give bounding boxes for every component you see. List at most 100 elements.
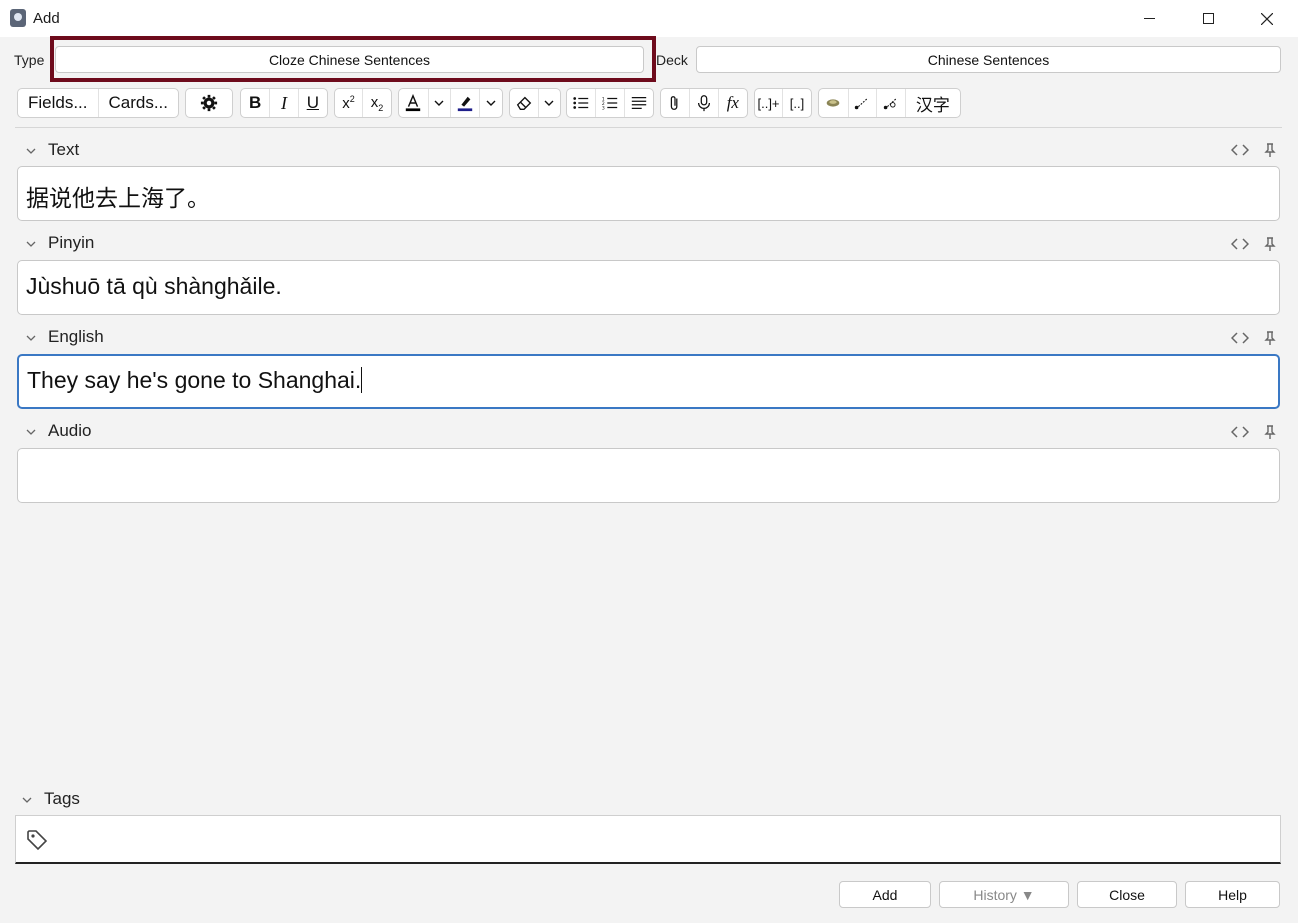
- field-icons-text: [1231, 143, 1279, 157]
- help-button[interactable]: Help: [1185, 881, 1280, 908]
- field-label-text[interactable]: Text: [26, 140, 79, 160]
- field-label-english-name: English: [48, 327, 104, 346]
- text-color-dropdown[interactable]: [429, 89, 451, 117]
- html-editor-icon[interactable]: [1231, 143, 1249, 157]
- italic-icon: I: [281, 92, 287, 113]
- media-group: fx: [660, 88, 748, 118]
- field-label-audio[interactable]: Audio: [26, 421, 91, 441]
- field-input-text[interactable]: 据说他去上海了。: [17, 166, 1280, 221]
- field-input-audio[interactable]: [17, 448, 1280, 503]
- window-title: Add: [33, 10, 60, 27]
- maximize-button[interactable]: [1179, 0, 1237, 37]
- note-type-selector[interactable]: Cloze Chinese Sentences: [55, 46, 644, 73]
- text-color-icon: [406, 94, 421, 112]
- math-button[interactable]: fx: [719, 89, 747, 117]
- deck-label: Deck: [656, 52, 688, 68]
- speaker-icon: [826, 99, 840, 107]
- bold-button[interactable]: B: [241, 89, 271, 117]
- function-icon: fx: [726, 93, 739, 112]
- options-group: [185, 88, 233, 118]
- deck-selector[interactable]: Chinese Sentences: [696, 46, 1281, 73]
- field-input-english[interactable]: They say he's gone to Shanghai.: [17, 354, 1280, 409]
- clear-format-button[interactable]: [510, 89, 539, 117]
- tone-icon: [855, 98, 869, 110]
- italic-button[interactable]: I: [270, 89, 299, 117]
- field-icons-audio: [1231, 425, 1279, 439]
- svg-text:3: 3: [602, 105, 605, 111]
- superscript-button[interactable]: x2: [335, 89, 364, 117]
- underline-icon: U: [306, 93, 319, 112]
- pin-icon[interactable]: [1261, 237, 1279, 251]
- tone-alt-button[interactable]: [877, 89, 906, 117]
- type-label: Type: [14, 52, 45, 68]
- html-editor-icon[interactable]: [1231, 331, 1249, 345]
- subscript-icon: x2: [370, 93, 384, 113]
- bullet-list-button[interactable]: [567, 89, 597, 117]
- record-button[interactable]: [690, 89, 719, 117]
- cards-button[interactable]: Cards...: [99, 89, 179, 117]
- minimize-icon: [1143, 18, 1155, 19]
- align-button[interactable]: [625, 89, 653, 117]
- field-input-english-text: They say he's gone to Shanghai.: [27, 367, 362, 393]
- chinese-group: 汉字: [818, 88, 961, 118]
- chevron-down-icon: [22, 789, 32, 809]
- bold-icon: B: [249, 93, 262, 112]
- html-editor-icon[interactable]: [1231, 237, 1249, 251]
- list-group: 123: [566, 88, 654, 118]
- highlight-button[interactable]: [451, 89, 481, 117]
- cloze-new-button[interactable]: [..]+: [755, 89, 784, 117]
- html-editor-icon[interactable]: [1231, 425, 1249, 439]
- chevron-down-icon: [26, 233, 36, 253]
- history-button[interactable]: History ▼: [939, 881, 1069, 908]
- cloze-new-icon: [..]+: [757, 95, 780, 111]
- underline-button[interactable]: U: [299, 89, 327, 117]
- options-button[interactable]: [186, 89, 232, 117]
- close-icon: [1261, 12, 1273, 25]
- pin-icon[interactable]: [1261, 143, 1279, 157]
- tags-input[interactable]: [15, 815, 1281, 864]
- subscript-button[interactable]: x2: [363, 89, 391, 117]
- eraser-group: [509, 88, 561, 118]
- script-group: x2 x2: [334, 88, 392, 118]
- close-button[interactable]: Close: [1077, 881, 1177, 908]
- text-caret: [361, 367, 363, 393]
- field-label-english[interactable]: English: [26, 327, 104, 347]
- field-icons-pinyin: [1231, 237, 1279, 251]
- pin-icon[interactable]: [1261, 331, 1279, 345]
- pin-icon[interactable]: [1261, 425, 1279, 439]
- eraser-icon: [516, 96, 532, 110]
- clear-format-dropdown[interactable]: [539, 89, 560, 117]
- cloze-same-button[interactable]: [..]: [783, 89, 811, 117]
- add-button[interactable]: Add: [839, 881, 931, 908]
- align-icon: [631, 96, 647, 110]
- app-icon: [10, 9, 26, 27]
- bullet-list-icon: [573, 97, 589, 109]
- fields-button[interactable]: Fields...: [18, 89, 99, 117]
- field-label-pinyin[interactable]: Pinyin: [26, 233, 94, 253]
- maximize-icon: [1202, 13, 1214, 24]
- highlight-dropdown[interactable]: [480, 89, 502, 117]
- minimize-button[interactable]: [1120, 0, 1178, 37]
- microphone-icon: [697, 95, 711, 112]
- speaker-button[interactable]: [819, 89, 849, 117]
- gear-icon: [200, 94, 218, 112]
- tags-label[interactable]: Tags: [22, 789, 80, 809]
- chevron-down-icon: [486, 100, 496, 106]
- cloze-group: [..]+ [..]: [754, 88, 812, 118]
- color-group: [398, 88, 503, 118]
- tag-icon: [27, 830, 48, 851]
- toolbar-divider: [15, 127, 1282, 128]
- chevron-down-icon: [544, 100, 554, 106]
- chinese-button[interactable]: 汉字: [906, 89, 960, 117]
- attach-button[interactable]: [661, 89, 691, 117]
- field-input-pinyin[interactable]: Jùshuō tā qù shànghǎile.: [17, 260, 1280, 315]
- chevron-down-icon: [26, 140, 36, 160]
- fields-cards-group: Fields... Cards...: [17, 88, 179, 118]
- close-window-button[interactable]: [1238, 0, 1296, 37]
- cloze-same-icon: [..]: [789, 95, 805, 111]
- tags-label-text: Tags: [44, 789, 80, 808]
- text-color-button[interactable]: [399, 89, 429, 117]
- tone-button[interactable]: [849, 89, 878, 117]
- chevron-down-icon: [26, 421, 36, 441]
- numbered-list-button[interactable]: 123: [596, 89, 625, 117]
